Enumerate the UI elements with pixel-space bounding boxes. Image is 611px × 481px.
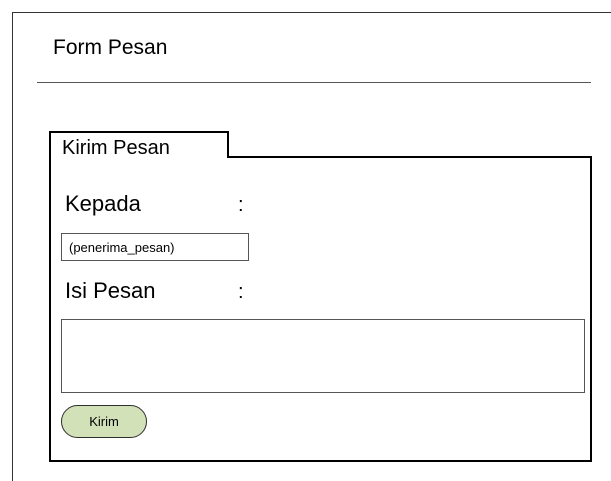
window-frame-top <box>12 12 611 13</box>
window-frame-left <box>12 12 13 481</box>
message-textarea[interactable] <box>61 319 585 393</box>
message-label: Isi Pesan <box>65 278 156 303</box>
tab-kirim-pesan[interactable]: Kirim Pesan <box>49 131 229 159</box>
title-divider <box>37 82 591 83</box>
recipient-label: Kepada <box>65 191 141 216</box>
send-button[interactable]: Kirim <box>61 405 147 438</box>
recipient-field[interactable] <box>61 233 249 261</box>
page-title: Form Pesan <box>53 36 168 59</box>
recipient-colon: : <box>238 194 244 216</box>
tab-label: Kirim Pesan <box>62 137 170 159</box>
message-colon: : <box>238 281 244 303</box>
panel-top-border <box>227 156 592 158</box>
